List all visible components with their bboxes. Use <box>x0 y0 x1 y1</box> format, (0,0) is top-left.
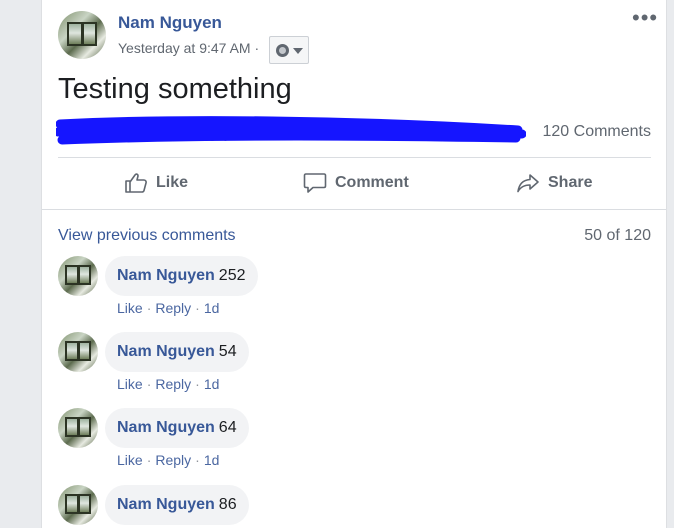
reactions-summary[interactable]: My Anh Trang Nguyễn Trà Mi Tài Thảo and … <box>56 116 528 145</box>
comments-count-link[interactable]: 120 Comments <box>543 123 652 141</box>
comment-like-link[interactable]: Like <box>117 452 143 468</box>
comment-author[interactable]: Nam Nguyen <box>117 343 215 361</box>
comment-avatar[interactable] <box>58 485 98 525</box>
post-card: Nam Nguyen Yesterday at 9:47 AM · ••• Te… <box>41 0 667 528</box>
comment-reply-link[interactable]: Reply <box>155 300 191 316</box>
comment-label: Comment <box>335 174 409 191</box>
comment-time-link[interactable]: 1d <box>204 300 220 316</box>
comments-shown-count: 50 of 120 <box>584 227 651 244</box>
comment-author[interactable]: Nam Nguyen <box>117 496 215 514</box>
comment-actions: Like · Reply · 1d <box>117 452 219 468</box>
like-button[interactable]: Like <box>124 165 188 201</box>
separator: · <box>146 376 152 392</box>
comment-reply-link[interactable]: Reply <box>155 452 191 468</box>
comment-text: 54 <box>218 343 237 360</box>
comment-author[interactable]: Nam Nguyen <box>117 419 215 437</box>
comment-actions: Like · Reply · 1d <box>117 300 219 316</box>
comment-text: 64 <box>218 419 237 436</box>
comment-like-link[interactable]: Like <box>117 300 143 316</box>
comment-bubble: Nam Nguyen 64 <box>105 408 249 448</box>
separator: · <box>146 300 152 316</box>
share-label: Share <box>548 174 593 191</box>
comment-like-link[interactable]: Like <box>117 376 143 392</box>
comment-button[interactable]: Comment <box>303 165 409 201</box>
post-author-name[interactable]: Nam Nguyen <box>118 13 222 33</box>
comment-bubble: Nam Nguyen 54 <box>105 332 249 372</box>
comment-avatar[interactable] <box>58 332 98 372</box>
divider <box>58 157 651 158</box>
more-options-icon[interactable]: ••• <box>632 7 658 32</box>
comment-icon <box>303 173 327 193</box>
time-separator: · <box>254 40 260 56</box>
globe-icon <box>276 44 289 57</box>
comment-time-link[interactable]: 1d <box>204 452 220 468</box>
comment-author[interactable]: Nam Nguyen <box>117 267 215 285</box>
like-label: Like <box>156 174 189 191</box>
thumbs-up-icon <box>125 173 147 193</box>
author-avatar[interactable] <box>58 11 106 59</box>
separator: · <box>195 300 200 316</box>
comment-text: 86 <box>218 496 237 513</box>
comment-avatar[interactable] <box>58 408 98 448</box>
comment-bubble: Nam Nguyen 252 <box>105 256 258 296</box>
privacy-selector-button[interactable] <box>269 36 309 64</box>
comment-text: 252 <box>218 267 246 284</box>
comment-actions: Like · Reply · 1d <box>117 376 219 392</box>
comment-time-link[interactable]: 1d <box>204 376 220 392</box>
redaction-scribble <box>56 116 526 145</box>
share-button[interactable]: Share <box>516 165 592 201</box>
post-time-text[interactable]: Yesterday at 9:47 AM <box>118 40 251 56</box>
separator: · <box>146 452 152 468</box>
section-divider <box>42 209 666 210</box>
separator: · <box>195 376 200 392</box>
caret-down-icon <box>293 48 303 54</box>
post-text: Testing something <box>58 73 292 105</box>
comment-avatar[interactable] <box>58 256 98 296</box>
post-timestamp[interactable]: Yesterday at 9:47 AM · <box>118 40 259 56</box>
share-arrow-icon <box>517 174 539 193</box>
separator: · <box>195 452 200 468</box>
view-previous-comments-link[interactable]: View previous comments <box>58 227 236 245</box>
comment-bubble: Nam Nguyen 86 <box>105 485 249 525</box>
comment-reply-link[interactable]: Reply <box>155 376 191 392</box>
